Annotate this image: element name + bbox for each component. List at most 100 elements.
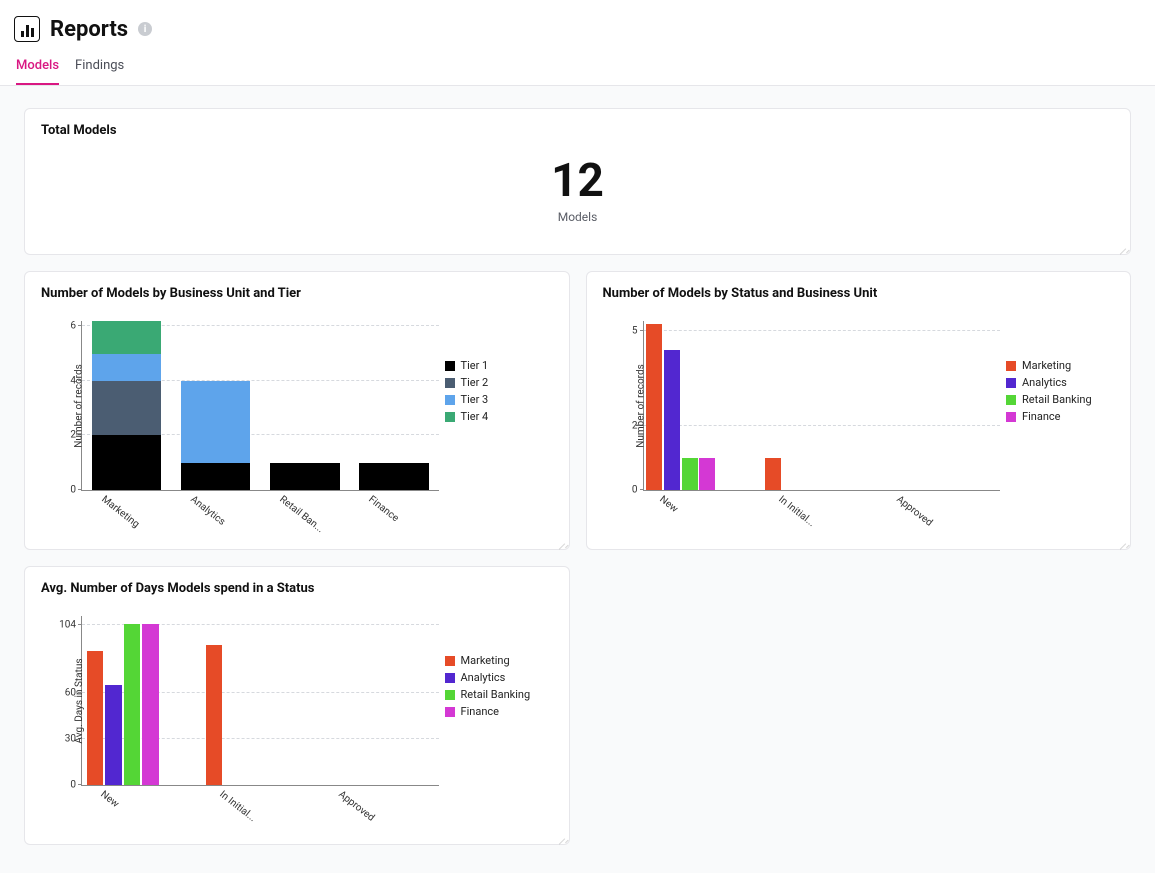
legend-swatch [1006, 378, 1016, 388]
legend-swatch [445, 707, 455, 717]
legend: Marketing Analytics Retail Banking Finance [1000, 315, 1120, 535]
legend-label: Tier 2 [461, 376, 489, 389]
resize-handle[interactable] [556, 537, 566, 547]
legend-swatch [445, 690, 455, 700]
kpi: 12 Models [25, 148, 1130, 254]
bar-segment[interactable] [181, 381, 251, 463]
legend-swatch [1006, 395, 1016, 405]
legend-item: Retail Banking [1006, 393, 1114, 406]
bar[interactable] [699, 458, 715, 490]
bar[interactable] [87, 651, 104, 785]
x-tick: Analytics [188, 494, 227, 528]
legend-item: Tier 4 [445, 410, 553, 423]
x-tick: New [657, 494, 679, 515]
bar[interactable] [765, 458, 781, 490]
plot-area: 0246MarketingAnalyticsRetail Ban...Finan… [81, 321, 439, 491]
x-tick: Marketing [99, 494, 141, 530]
card-total-models: Total Models 12 Models [24, 108, 1131, 255]
legend-label: Finance [461, 705, 499, 718]
x-tick: Retail Ban... [277, 494, 325, 535]
bar-segment[interactable] [92, 435, 162, 490]
y-tick: 104 [42, 620, 76, 631]
legend-label: Tier 1 [461, 359, 489, 372]
y-axis-label: Number of records [73, 364, 84, 448]
legend-swatch [445, 395, 455, 405]
y-tick: 0 [42, 485, 76, 496]
x-tick: Finance [366, 494, 400, 524]
bar[interactable] [105, 685, 122, 785]
legend-swatch [1006, 412, 1016, 422]
bar[interactable] [646, 324, 662, 490]
y-tick: 2 [42, 430, 76, 441]
bar[interactable] [664, 350, 680, 490]
legend-item: Retail Banking [445, 688, 553, 701]
y-tick: 0 [42, 780, 76, 791]
y-tick: 60 [42, 687, 76, 698]
legend: Tier 1 Tier 2 Tier 3 Tier 4 [439, 315, 559, 535]
x-tick: Approved [336, 789, 376, 824]
legend-item: Tier 3 [445, 393, 553, 406]
bar[interactable] [124, 624, 141, 785]
bar[interactable] [206, 645, 223, 785]
info-icon[interactable]: i [138, 22, 152, 36]
tab-bar: Models Findings [0, 50, 1155, 86]
bar[interactable] [142, 624, 159, 785]
y-tick: 2 [604, 421, 638, 432]
legend-item: Finance [1006, 410, 1114, 423]
bar-segment[interactable] [92, 321, 162, 354]
y-axis-label: Avg. Days in Status [74, 658, 85, 743]
kpi-unit: Models [25, 210, 1130, 224]
legend-swatch [445, 656, 455, 666]
y-axis-label: Number of records [635, 364, 646, 448]
x-tick: In Initial... [776, 494, 817, 529]
y-tick: 30 [42, 733, 76, 744]
bar-segment[interactable] [92, 381, 162, 436]
legend-swatch [445, 378, 455, 388]
legend-label: Tier 3 [461, 393, 489, 406]
bar-segment[interactable] [359, 463, 429, 490]
plot-area: 03060104NewIn Initial...Approved [81, 616, 439, 786]
resize-handle[interactable] [556, 832, 566, 842]
legend-item: Analytics [1006, 376, 1114, 389]
page-title: Reports [50, 17, 128, 42]
legend-item: Marketing [1006, 359, 1114, 372]
y-tick: 4 [42, 375, 76, 386]
legend-label: Finance [1022, 410, 1060, 423]
legend-item: Analytics [445, 671, 553, 684]
bar-segment[interactable] [92, 354, 162, 381]
legend-item: Tier 2 [445, 376, 553, 389]
legend-label: Marketing [1022, 359, 1071, 372]
card-title: Number of Models by Business Unit and Ti… [25, 272, 569, 311]
legend-label: Analytics [461, 671, 506, 684]
resize-handle[interactable] [1117, 242, 1127, 252]
bar-segment[interactable] [270, 463, 340, 490]
legend-swatch [445, 361, 455, 371]
card-title: Number of Models by Status and Business … [587, 272, 1131, 311]
card-title: Total Models [25, 109, 1130, 148]
chart-body: 03060104NewIn Initial...ApprovedAvg. Day… [25, 606, 569, 844]
bar[interactable] [682, 458, 698, 490]
legend-label: Tier 4 [461, 410, 489, 423]
legend-item: Tier 1 [445, 359, 553, 372]
bar-chart-icon [14, 16, 40, 42]
y-tick: 5 [604, 325, 638, 336]
x-tick: Approved [895, 494, 935, 529]
y-tick: 6 [42, 321, 76, 332]
legend-label: Retail Banking [461, 688, 531, 701]
page-header: Reports i [0, 0, 1155, 50]
bar-segment[interactable] [181, 463, 251, 490]
plot-area: 025NewIn Initial...Approved [643, 321, 1001, 491]
legend: MarketingAnalyticsRetail BankingFinance [439, 610, 559, 830]
resize-handle[interactable] [1117, 537, 1127, 547]
legend-label: Retail Banking [1022, 393, 1092, 406]
card-models-by-bu-tier: Number of Models by Business Unit and Ti… [24, 271, 570, 550]
legend-swatch [445, 673, 455, 683]
content: Total Models 12 Models Number of Models … [0, 86, 1155, 873]
tab-findings[interactable]: Findings [75, 50, 124, 85]
chart-body: 0 2 4 6 Marketing Analytics Retail Ban... Finan… [25, 311, 569, 549]
legend-item: Finance [445, 705, 553, 718]
y-tick: 0 [604, 485, 638, 496]
tab-models[interactable]: Models [16, 50, 59, 85]
card-title: Avg. Number of Days Models spend in a St… [25, 567, 569, 606]
chart-body: 025NewIn Initial...ApprovedNumber of rec… [587, 311, 1131, 549]
